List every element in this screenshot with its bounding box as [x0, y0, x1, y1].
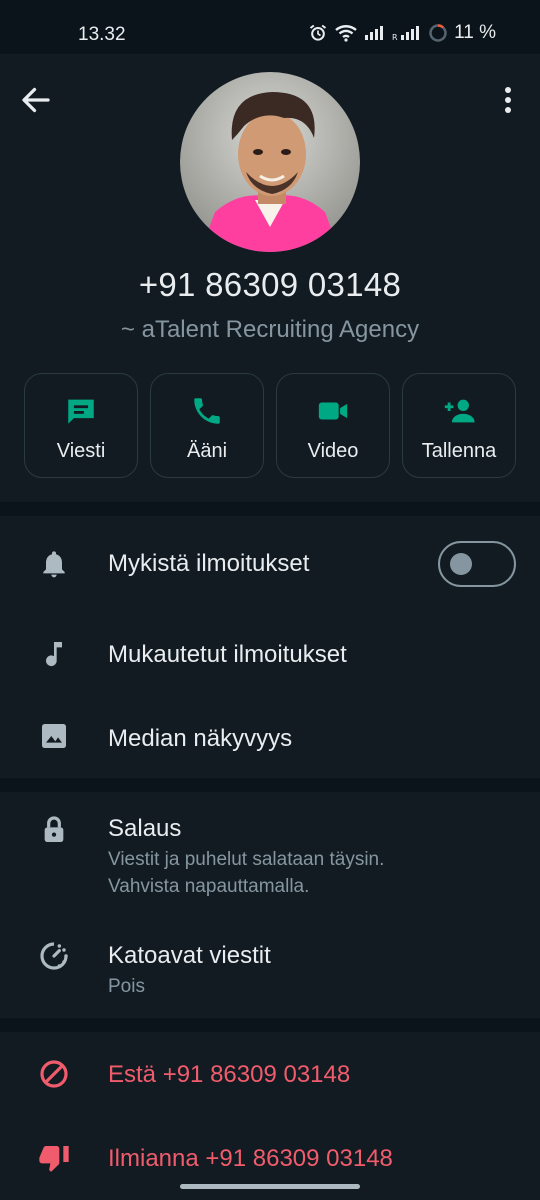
disappearing-messages-row[interactable]: Katoavat viestit Pois — [0, 910, 540, 1018]
message-button-label: Viesti — [56, 440, 106, 462]
contact-subtitle: ~ aTalent Recruiting Agency — [120, 316, 420, 343]
block-icon — [40, 1060, 68, 1088]
lock-icon — [44, 816, 64, 842]
contact-header: +91 86309 03148 ~ aTalent Recruiting Age… — [0, 54, 540, 502]
video-call-button[interactable]: Video — [276, 373, 390, 478]
encryption-description-line1: Viestit ja puhelut salataan täysin. — [108, 849, 385, 870]
timer-icon — [40, 942, 68, 970]
video-call-button-label: Video — [307, 440, 359, 462]
privacy-section: Salaus Viestit ja puhelut salataan täysi… — [0, 792, 540, 1018]
media-visibility-row[interactable]: Median näkyvyys — [0, 698, 540, 778]
wifi-icon — [335, 25, 357, 42]
bell-icon — [43, 551, 65, 578]
save-contact-button[interactable]: Tallenna — [402, 373, 516, 478]
encryption-row[interactable]: Salaus Viestit ja puhelut salataan täysi… — [0, 792, 540, 910]
disappearing-messages-value: Pois — [108, 976, 145, 997]
more-vert-icon — [505, 87, 511, 113]
svg-text:R: R — [392, 33, 398, 41]
block-contact-row[interactable]: Estä +91 86309 03148 — [0, 1032, 540, 1116]
message-button[interactable]: Viesti — [24, 373, 138, 478]
more-options-button[interactable] — [496, 82, 520, 118]
status-time: 13.32 — [78, 24, 126, 45]
signal-icon — [365, 26, 384, 40]
mute-notifications-label: Mykistä ilmoitukset — [108, 550, 310, 577]
encryption-label: Salaus — [108, 815, 182, 842]
disappearing-messages-label: Katoavat viestit — [108, 942, 271, 969]
custom-notifications-label: Mukautetut ilmoitukset — [108, 641, 347, 668]
home-indicator — [180, 1184, 360, 1189]
voice-call-button-label: Ääni — [186, 440, 228, 462]
roaming-signal-icon: R — [392, 26, 420, 41]
video-icon — [318, 402, 348, 420]
section-divider — [0, 1018, 540, 1032]
back-button[interactable] — [18, 82, 54, 118]
block-contact-label: Estä +91 86309 03148 — [108, 1061, 351, 1088]
report-contact-label: Ilmianna +91 86309 03148 — [108, 1145, 393, 1172]
voice-call-button[interactable]: Ääni — [150, 373, 264, 478]
section-divider — [0, 502, 540, 516]
block-report-section: Estä +91 86309 03148 Ilmianna +91 86309 … — [0, 1032, 540, 1200]
battery-percent: 11 % — [454, 22, 496, 43]
add-contact-icon — [444, 399, 475, 423]
arrow-left-icon — [22, 87, 50, 113]
battery-ring-icon — [429, 24, 447, 42]
message-icon — [68, 399, 94, 424]
encryption-description-line2: Vahvista napauttamalla. — [108, 876, 310, 897]
media-visibility-label: Median näkyvyys — [108, 725, 293, 752]
section-divider — [0, 778, 540, 792]
mute-notifications-row[interactable]: Mykistä ilmoitukset — [0, 516, 540, 612]
contact-phone-number: +91 86309 03148 — [138, 266, 402, 303]
status-icons: R 11 % — [308, 22, 496, 44]
music-note-icon — [46, 642, 62, 667]
notification-settings-section: Mykistä ilmoitukset Mukautetut ilmoituks… — [0, 516, 540, 778]
save-contact-button-label: Tallenna — [421, 440, 497, 462]
alarm-icon — [309, 24, 327, 41]
phone-icon — [194, 398, 220, 424]
profile-avatar[interactable] — [180, 72, 360, 252]
thumbs-down-icon — [39, 1146, 69, 1172]
profile-photo — [180, 72, 360, 252]
status-bar: 13.32 R 11 % — [0, 0, 540, 54]
toggle-knob — [450, 553, 472, 575]
mute-notifications-toggle[interactable] — [438, 541, 516, 587]
image-icon — [42, 724, 66, 748]
custom-notifications-row[interactable]: Mukautetut ilmoitukset — [0, 612, 540, 698]
action-buttons: Viesti Ääni Video Tallenna — [24, 373, 516, 478]
